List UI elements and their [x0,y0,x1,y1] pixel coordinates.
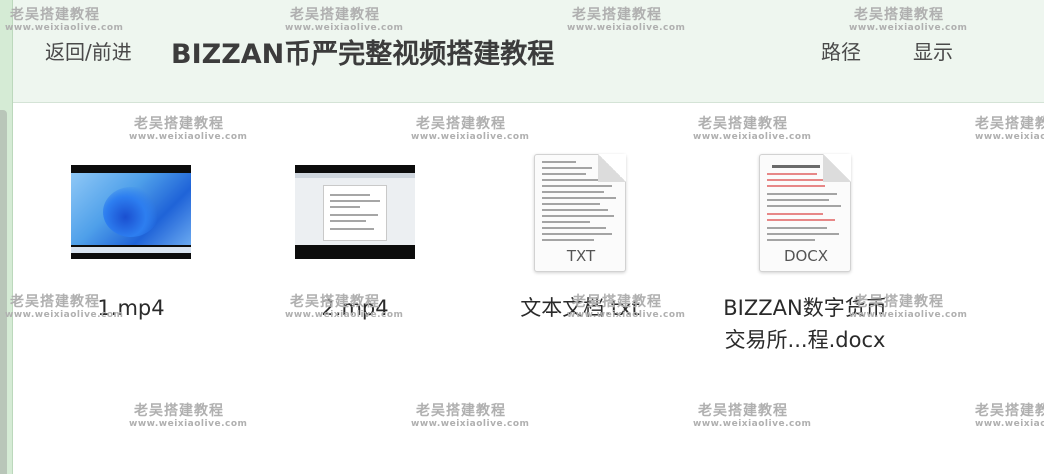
file-name: 文本文档.txt [520,296,640,320]
video-thumbnail [71,165,191,259]
file-name: 2.mp4 [321,296,389,320]
toolbar: 返回/前进 BIZZAN币严完整视频搭建教程 路径 显示 [13,0,1044,103]
watermark: 老吴搭建教程www.weixiaolive.com [411,403,530,429]
path-button[interactable]: 路径 [821,36,861,65]
watermark: 老吴搭建教程www.weixiaolive.com [411,116,530,142]
sidebar-scrollbar[interactable] [0,110,7,474]
watermark: 老吴搭建教程www.weixiaolive.com [693,116,812,142]
file-name: 1.mp4 [97,296,165,320]
file-name-line-1: BIZZAN数字货币 [723,296,887,320]
text-file-icon: TXT [534,154,626,272]
show-button[interactable]: 显示 [913,36,953,65]
watermark: 老吴搭建教程www.weixiaolive.com [975,116,1044,142]
back-forward-button[interactable]: 返回/前进 [45,36,132,65]
watermark: 老吴搭建教程www.weixiaolive.com [975,403,1044,429]
window-title: BIZZAN币严完整视频搭建教程 [171,39,555,70]
video-thumbnail [295,165,415,259]
docx-file-icon: DOCX [759,154,851,272]
file-name-line-2: 交易所...程.docx [724,328,886,352]
file-type-badge: TXT [566,247,596,265]
watermark: 老吴搭建教程www.weixiaolive.com [129,116,248,142]
file-type-badge: DOCX [783,247,829,265]
sidebar-strip [0,0,13,474]
watermark: 老吴搭建教程www.weixiaolive.com [693,403,812,429]
watermark: 老吴搭建教程www.weixiaolive.com [129,403,248,429]
